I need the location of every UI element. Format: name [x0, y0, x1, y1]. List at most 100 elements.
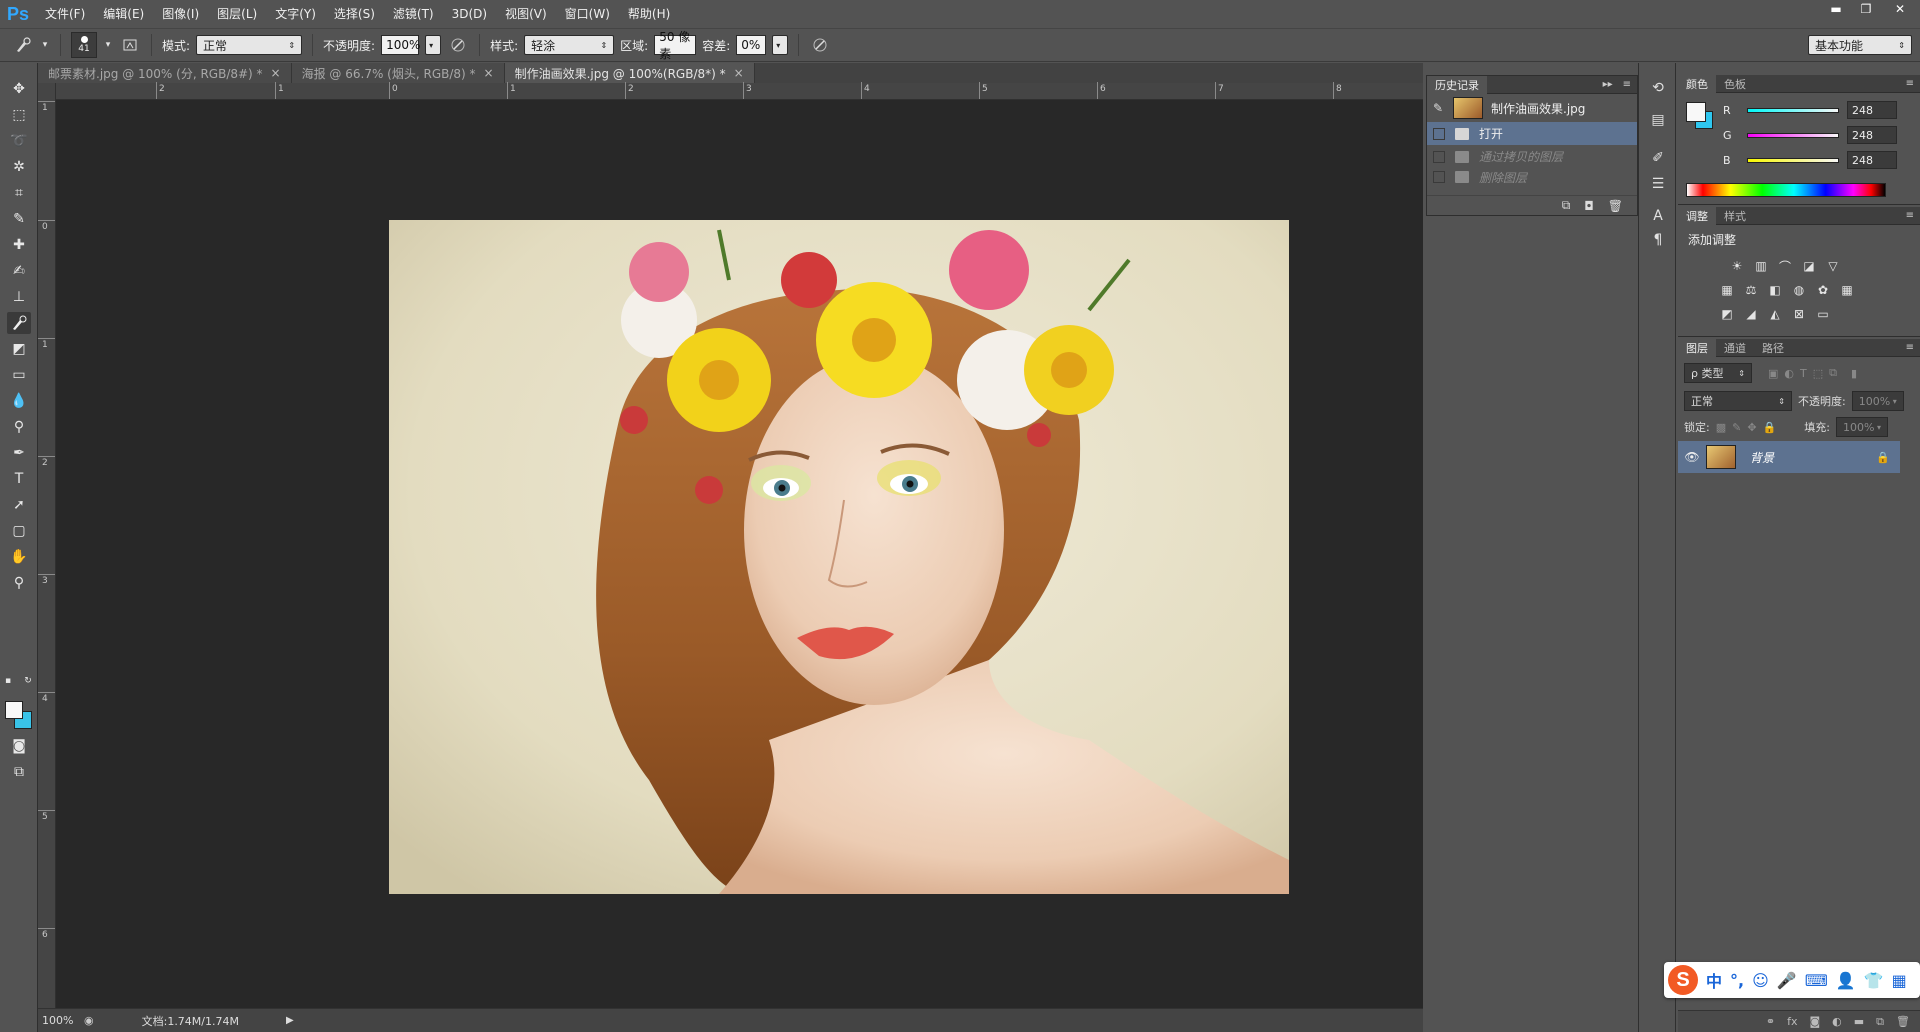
layer-style-icon[interactable]: fx	[1787, 1015, 1797, 1028]
microphone-icon[interactable]: 🎤	[1777, 971, 1797, 990]
exposure-icon[interactable]: ◪	[1800, 257, 1818, 275]
vertical-ruler[interactable]: 1 0 1 2 3 4 5 6	[38, 83, 56, 1008]
close-button[interactable]: ✕	[1880, 0, 1920, 18]
skin-icon[interactable]: 👕	[1864, 971, 1884, 990]
new-layer-icon[interactable]: ⧉	[1876, 1015, 1884, 1029]
red-slider[interactable]: R 248	[1723, 101, 1897, 119]
panel-menu-icon[interactable]: ≡	[1906, 210, 1914, 221]
selective-color-icon[interactable]: ⊠	[1790, 305, 1808, 323]
tab-document[interactable]: 邮票素材.jpg @ 100% (分, RGB/8#) * ×	[38, 63, 292, 83]
foreground-color-swatch[interactable]	[1686, 102, 1706, 122]
delete-layer-icon[interactable]: 🗑	[1896, 1015, 1910, 1028]
blend-mode-select[interactable]: 正常 ⇕	[1684, 391, 1792, 411]
new-document-from-state-icon[interactable]: ⧉	[1562, 198, 1571, 213]
color-balance-icon[interactable]: ⚖	[1742, 281, 1760, 299]
gradient-map-icon[interactable]: ▭	[1814, 305, 1832, 323]
history-snapshot[interactable]: ✎ 制作油画效果.jpg	[1427, 94, 1637, 122]
tab-history[interactable]: 历史记录	[1427, 75, 1487, 94]
zoom-level[interactable]: 100%	[38, 1014, 84, 1027]
invert-icon[interactable]: ◩	[1718, 305, 1736, 323]
lock-all-icon[interactable]: 🔒	[1763, 421, 1777, 434]
black-white-icon[interactable]: ◧	[1766, 281, 1784, 299]
paragraph-panel-icon[interactable]: ¶	[1647, 229, 1669, 251]
path-selection-tool-icon[interactable]: ➚	[7, 494, 31, 516]
vibrance-icon[interactable]: ▽	[1824, 257, 1842, 275]
maximize-button[interactable]: ❐	[1852, 0, 1880, 18]
red-value-input[interactable]: 248	[1847, 101, 1897, 119]
threshold-icon[interactable]: ◭	[1766, 305, 1784, 323]
brush-panel-toggle-icon[interactable]	[119, 34, 141, 56]
blur-tool-icon[interactable]: 💧	[7, 390, 31, 412]
marquee-tool-icon[interactable]: ⬚	[7, 104, 31, 126]
layer-row-background[interactable]: 👁 背景 🔒	[1678, 441, 1900, 473]
green-slider-track[interactable]	[1747, 132, 1839, 138]
menu-window[interactable]: 窗口(W)	[556, 0, 619, 28]
swap-colors-icon[interactable]: ↻	[22, 675, 34, 687]
user-icon[interactable]: 👤	[1836, 971, 1856, 990]
history-brush-source-icon[interactable]: ✎	[1433, 101, 1447, 115]
tool-preset-dropdown-icon[interactable]: ▾	[40, 34, 50, 56]
filter-smart-object-icon[interactable]: ⧉	[1829, 366, 1837, 380]
ime-punctuation-toggle[interactable]: °,	[1730, 971, 1744, 990]
green-value-input[interactable]: 248	[1847, 126, 1897, 144]
foreground-color-swatch[interactable]	[5, 701, 23, 719]
healing-brush-tool-icon[interactable]: ✚	[7, 234, 31, 256]
gradient-tool-icon[interactable]: ▭	[7, 364, 31, 386]
history-panel-icon[interactable]: ⟲	[1647, 77, 1669, 99]
fill-input[interactable]: 100% ▾	[1835, 417, 1888, 437]
horizontal-ruler[interactable]: 2 1 0 1 2 3 4 5 6 7 8	[56, 82, 1423, 100]
link-layers-icon[interactable]: ⚭	[1766, 1015, 1775, 1028]
pen-tool-icon[interactable]: ✒	[7, 442, 31, 464]
zoom-tool-icon[interactable]: ⚲	[7, 572, 31, 594]
color-spectrum-bar[interactable]	[1686, 183, 1886, 197]
lock-image-icon[interactable]: ✎	[1732, 421, 1741, 434]
menu-select[interactable]: 选择(S)	[325, 0, 384, 28]
close-tab-icon[interactable]: ×	[484, 66, 494, 80]
pressure-opacity-icon[interactable]	[447, 34, 469, 56]
area-input[interactable]: 50 像素	[654, 30, 697, 61]
hand-tool-icon[interactable]: ✋	[7, 546, 31, 568]
dodge-tool-icon[interactable]: ⚲	[7, 416, 31, 438]
menu-image[interactable]: 图像(I)	[153, 0, 208, 28]
status-menu-arrow-icon[interactable]: ▶	[286, 1015, 294, 1026]
tab-document-active[interactable]: 制作油画效果.jpg @ 100%(RGB/8*) * ×	[504, 63, 755, 83]
menu-3d[interactable]: 3D(D)	[443, 0, 496, 28]
sogou-logo-icon[interactable]: S	[1668, 965, 1698, 995]
shape-tool-icon[interactable]: ▢	[7, 520, 31, 542]
eraser-tool-icon[interactable]: ◩	[7, 338, 31, 360]
visibility-eye-icon[interactable]: 👁	[1678, 450, 1706, 464]
tab-color[interactable]: 颜色	[1678, 74, 1716, 93]
pressure-size-icon[interactable]	[809, 34, 831, 56]
emoji-icon[interactable]: ☺	[1752, 971, 1769, 990]
toolbox-icon[interactable]: ▦	[1892, 971, 1907, 990]
magic-wand-tool-icon[interactable]: ✲	[7, 156, 31, 178]
add-mask-icon[interactable]: ◙	[1809, 1015, 1820, 1028]
tab-document[interactable]: 海报 @ 66.7% (烟头, RGB/8) * ×	[291, 63, 505, 83]
panel-menu-icon[interactable]: ≡	[1906, 342, 1914, 353]
move-tool-icon[interactable]: ✥	[7, 78, 31, 100]
menu-filter[interactable]: 滤镜(T)	[384, 0, 443, 28]
tolerance-input[interactable]: 0%	[736, 35, 767, 55]
green-slider[interactable]: G 248	[1723, 126, 1897, 144]
history-item[interactable]: 通过拷贝的图层	[1427, 145, 1637, 168]
crop-tool-icon[interactable]: ⌗	[7, 182, 31, 204]
history-item[interactable]: 删除图层	[1427, 168, 1637, 186]
filter-shape-icon[interactable]: ⬚	[1813, 367, 1823, 380]
collapse-panel-icon[interactable]: ▸▸	[1603, 79, 1613, 90]
close-tab-icon[interactable]: ×	[734, 66, 744, 80]
blue-value-input[interactable]: 248	[1847, 151, 1897, 169]
opacity-input[interactable]: 100%	[381, 35, 420, 55]
art-history-brush-icon[interactable]	[12, 34, 34, 56]
delete-state-icon[interactable]: 🗑	[1608, 199, 1623, 213]
posterize-icon[interactable]: ◢	[1742, 305, 1760, 323]
lock-position-icon[interactable]: ✥	[1747, 421, 1756, 434]
workspace-select[interactable]: 基本功能 ⇕	[1808, 35, 1912, 55]
menu-type[interactable]: 文字(Y)	[266, 0, 325, 28]
blue-slider-track[interactable]	[1747, 157, 1839, 163]
filter-adjustment-icon[interactable]: ◐	[1784, 367, 1794, 380]
screen-mode-icon[interactable]: ⧉	[7, 761, 31, 783]
history-source-checkbox[interactable]	[1433, 171, 1445, 183]
lock-transparency-icon[interactable]: ▩	[1716, 421, 1726, 434]
red-slider-track[interactable]	[1747, 107, 1839, 113]
menu-view[interactable]: 视图(V)	[496, 0, 556, 28]
